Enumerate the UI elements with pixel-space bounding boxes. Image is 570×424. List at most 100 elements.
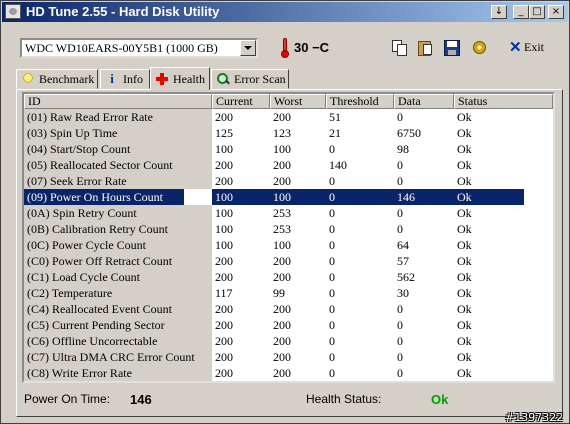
cell-current: 200 <box>215 366 233 380</box>
cell-data: 0 <box>397 222 403 236</box>
cell-current: 200 <box>215 158 233 172</box>
cell-worst: 200 <box>273 350 291 364</box>
cell-threshold: 140 <box>329 158 347 172</box>
table-row[interactable]: (04) Start/Stop Count 100 100 0 98 Ok <box>24 141 553 157</box>
cell-threshold: 0 <box>329 286 335 300</box>
table-row[interactable]: (C2) Temperature 117 99 0 30 Ok <box>24 285 553 301</box>
lightbulb-icon <box>22 73 34 85</box>
cell-threshold: 0 <box>329 350 335 364</box>
cell-status: Ok <box>454 189 524 205</box>
cell-data: 562 <box>397 270 415 284</box>
cell-id: (01) Raw Read Error Rate <box>24 109 212 125</box>
cell-worst: 200 <box>273 334 291 348</box>
cell-threshold: 0 <box>329 238 335 252</box>
cell-current: 200 <box>215 318 233 332</box>
cell-current: 200 <box>215 350 233 364</box>
tab-health[interactable]: Health <box>150 67 210 90</box>
cell-threshold: 0 <box>329 174 335 188</box>
table-row[interactable]: (C8) Write Error Rate 200 200 0 0 Ok <box>24 365 553 381</box>
clipboard-icon[interactable] <box>415 38 435 58</box>
cell-status: Ok <box>457 206 472 220</box>
tab-benchmark[interactable]: Benchmark <box>16 69 98 89</box>
table-row[interactable]: (0C) Power Cycle Count 100 100 0 64 Ok <box>24 237 553 253</box>
cell-threshold: 21 <box>329 126 341 140</box>
chevron-down-icon[interactable] <box>240 40 256 56</box>
table-row[interactable]: (05) Reallocated Sector Count 200 200 140 0 O… <box>24 157 553 173</box>
red-cross-icon <box>156 73 168 85</box>
table-row[interactable]: (0A) Spin Retry Count 100 253 0 0 Ok <box>24 205 553 221</box>
column-header-threshold[interactable]: Threshold <box>326 94 394 109</box>
cell-worst: 200 <box>273 318 291 332</box>
cell-current: 100 <box>212 189 270 205</box>
table-row[interactable]: (07) Seek Error Rate 200 200 0 0 Ok <box>24 173 553 189</box>
cell-current: 200 <box>215 110 233 124</box>
table-row[interactable]: (C4) Reallocated Event Count 200 200 0 0 Ok <box>24 301 553 317</box>
table-row[interactable]: (C7) Ultra DMA CRC Error Count 200 200 0 0 Ok <box>24 349 553 365</box>
table-row[interactable]: (C6) Offline Uncorrectable 200 200 0 0 Ok <box>24 333 553 349</box>
copy-icon[interactable] <box>390 38 410 58</box>
exit-button[interactable]: ✕ Exit <box>507 38 553 58</box>
window-title: HD Tune 2.55 - Hard Disk Utility <box>26 4 220 19</box>
cell-id: (C4) Reallocated Event Count <box>24 301 212 317</box>
cell-id: (C8) Write Error Rate <box>24 365 212 381</box>
cell-worst: 200 <box>273 302 291 316</box>
column-header-current[interactable]: Current <box>212 94 270 109</box>
table-row[interactable]: (01) Raw Read Error Rate 200 200 51 0 Ok <box>24 109 553 125</box>
cell-status: Ok <box>457 126 472 140</box>
column-header-data[interactable]: Data <box>394 94 454 109</box>
table-row[interactable]: (C1) Load Cycle Count 200 200 0 562 Ok <box>24 269 553 285</box>
cell-data: 0 <box>397 334 403 348</box>
table-row-selected[interactable]: (09) Power On Hours Count 100 100 0 146 Ok <box>24 189 553 205</box>
tab-error-scan[interactable]: Error Scan <box>211 69 289 89</box>
cell-worst: 100 <box>273 142 291 156</box>
cell-worst: 100 <box>270 189 326 205</box>
cell-id: (C5) Current Pending Sector <box>24 317 212 333</box>
cell-worst: 200 <box>273 254 291 268</box>
thermometer-icon <box>280 38 290 58</box>
magnifier-icon <box>217 73 229 85</box>
save-icon[interactable] <box>442 38 462 58</box>
cell-threshold: 0 <box>329 318 335 332</box>
options-icon[interactable] <box>470 38 490 58</box>
hd-tune-window: HD Tune 2.55 - Hard Disk Utility ↓ _ □ ×… <box>0 0 570 424</box>
cell-data: 0 <box>397 366 403 380</box>
cell-data: 146 <box>394 189 454 205</box>
cell-current: 125 <box>215 126 233 140</box>
cell-worst: 200 <box>273 366 291 380</box>
cell-id: (04) Start/Stop Count <box>24 141 212 157</box>
tray-button[interactable]: ↓ <box>491 5 507 19</box>
exit-label: Exit <box>524 40 544 54</box>
cell-status: Ok <box>457 110 472 124</box>
table-row[interactable]: (03) Spin Up Time 125 123 21 6750 Ok <box>24 125 553 141</box>
cell-data: 0 <box>397 350 403 364</box>
cell-status: Ok <box>457 158 472 172</box>
tab-label: Benchmark <box>39 72 95 86</box>
maximize-button[interactable]: □ <box>529 5 545 19</box>
column-header-id[interactable]: ID <box>24 94 212 109</box>
close-button[interactable]: × <box>548 5 564 19</box>
cell-threshold: 0 <box>329 142 335 156</box>
cell-threshold: 0 <box>329 302 335 316</box>
cell-data: 0 <box>397 174 403 188</box>
column-header-worst[interactable]: Worst <box>270 94 326 109</box>
minimize-button[interactable]: _ <box>513 5 529 19</box>
drive-select[interactable]: WDC WD10EARS-00Y5B1 (1000 GB) <box>20 38 258 58</box>
cell-id: (0A) Spin Retry Count <box>24 205 212 221</box>
cell-worst: 253 <box>273 206 291 220</box>
cell-id: (C0) Power Off Retract Count <box>24 253 212 269</box>
title-bar[interactable]: HD Tune 2.55 - Hard Disk Utility ↓ _ □ × <box>2 2 568 22</box>
table-row[interactable]: (C5) Current Pending Sector 200 200 0 0 Ok <box>24 317 553 333</box>
cell-status: Ok <box>457 142 472 156</box>
table-row[interactable]: (0B) Calibration Retry Count 100 253 0 0 Ok <box>24 221 553 237</box>
cell-id: (03) Spin Up Time <box>24 125 212 141</box>
column-header-status[interactable]: Status <box>454 94 553 109</box>
cell-data: 0 <box>397 206 403 220</box>
cell-status: Ok <box>457 318 472 332</box>
health-table[interactable]: ID Current Worst Threshold Data Status (… <box>22 92 555 383</box>
selection-gap <box>184 189 212 205</box>
tab-info[interactable]: i Info <box>100 69 150 89</box>
table-row[interactable]: (C0) Power Off Retract Count 200 200 0 57 Ok <box>24 253 553 269</box>
health-status-value: Ok <box>431 392 449 407</box>
cell-threshold: 0 <box>329 254 335 268</box>
cell-worst: 123 <box>273 126 291 140</box>
